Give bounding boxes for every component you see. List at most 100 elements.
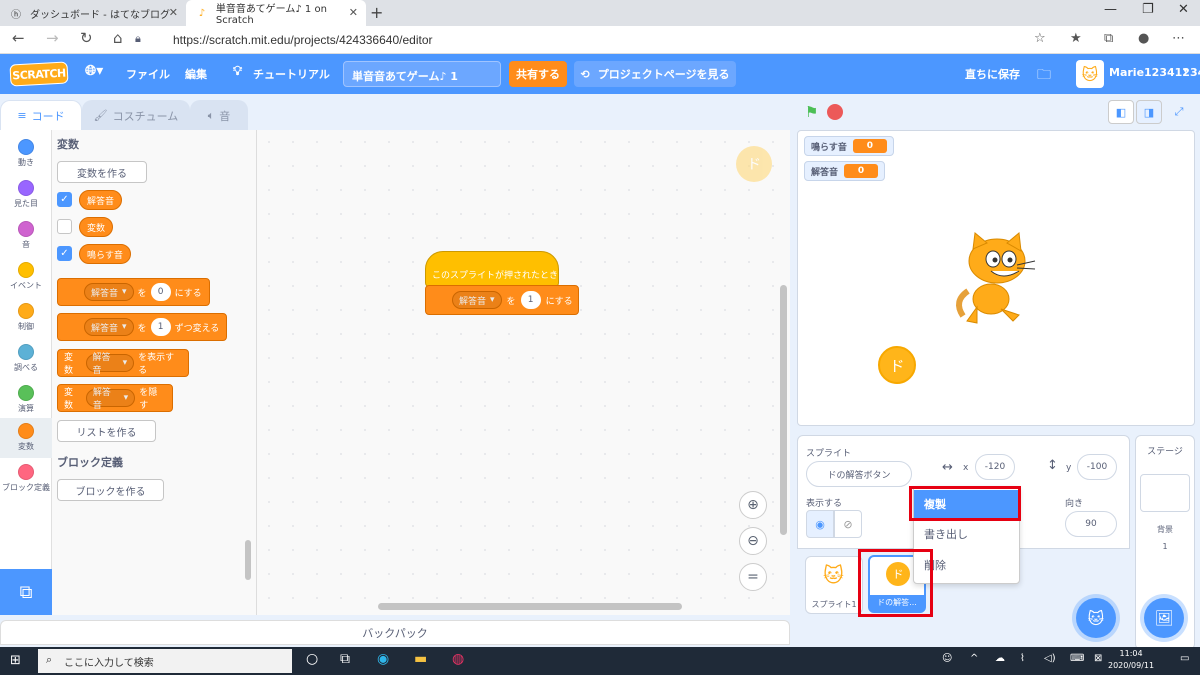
edge-browser-icon[interactable]: ◉ [377,651,389,667]
category-events[interactable]: イベント [0,257,52,297]
menu-item-export[interactable]: 書き出し [914,520,1019,548]
window-close-icon[interactable]: ✕ [1178,2,1189,17]
chevron-up-icon[interactable]: ^ [970,653,978,664]
collections-icon[interactable]: ⧉ [1104,31,1113,46]
cat-sprite[interactable] [953,231,1038,326]
chevron-down-icon[interactable]: ▾ [1183,66,1188,76]
back-icon[interactable]: ← [12,29,25,47]
when-sprite-clicked-block[interactable]: このスプライトが押されたとき [425,251,559,287]
y-input[interactable]: -100 [1077,454,1117,480]
share-button[interactable]: 共有する [509,61,567,87]
network-icon[interactable]: ⌇ [1020,653,1025,664]
variable-monitor[interactable]: 解答音 0 [804,161,886,181]
show-sprite-button[interactable]: ◉ [806,510,834,538]
x-input[interactable]: -120 [975,454,1015,480]
category-control[interactable]: 制御 [0,298,52,338]
direction-input[interactable]: 90 [1065,511,1117,537]
script-area[interactable] [257,130,790,615]
more-icon[interactable]: ⋯ [1172,31,1185,46]
make-block-button[interactable]: ブロックを作る [57,479,164,501]
small-stage-button[interactable]: ◧ [1108,100,1134,124]
variable-dropdown[interactable]: 解答音 ▾ [84,283,134,301]
tab-code[interactable]: ≡ コード [0,100,82,130]
file-explorer-icon[interactable]: ▬ [414,651,427,667]
variable-dropdown[interactable]: 解答音 ▾ [452,291,502,309]
stage[interactable]: 鳴らす音 0 解答音 0 ド [797,130,1195,426]
paint-app-icon[interactable]: ◍ [452,651,464,667]
menu-file[interactable]: ファイル [126,66,170,82]
url-field[interactable]: https://scratch.mit.edu/projects/4243366… [173,33,432,47]
home-icon[interactable]: ⌂ [113,29,123,47]
variable-checkbox[interactable]: ✓ [57,192,72,207]
stop-icon[interactable] [827,104,843,120]
notification-icon[interactable]: ▭ [1180,653,1189,664]
lock-icon[interactable]: 🔒︎ [135,32,141,46]
save-now-button[interactable]: 直ちに保存 [965,66,1020,82]
zoom-reset-button[interactable]: = [739,563,767,591]
vertical-scrollbar[interactable] [780,285,787,535]
zoom-out-button[interactable]: ⊖ [739,527,767,555]
my-stuff-folder-icon[interactable]: 🗀 [1037,64,1051,88]
variable-checkbox[interactable]: ✓ [57,246,72,261]
horizontal-scrollbar[interactable] [378,603,682,610]
category-operators[interactable]: 演算 [0,380,52,420]
choose-sprite-button[interactable]: 🐱︎ [1076,598,1116,638]
category-sound[interactable]: 音 [0,216,52,256]
number-input[interactable]: 0 [150,283,171,301]
category-sensing[interactable]: 調べる [0,339,52,379]
cortana-icon[interactable]: ○ [306,651,318,667]
browser-tab-scratch[interactable]: ♪ 単音音あてゲーム♪ 1 on Scratch ✕ [186,0,366,26]
volume-icon[interactable]: ◁) [1044,653,1056,664]
category-myblocks[interactable]: ブロック定義 [0,459,52,505]
see-project-page-button[interactable]: ⟲ プロジェクトページを見る [574,61,736,87]
project-title-input[interactable]: 単音音あてゲーム♪ 1 [343,61,501,87]
do-answer-button-sprite[interactable]: ド [878,346,916,384]
sprite-name-input[interactable]: ドの解答ボタン [806,461,912,487]
profile-icon[interactable]: ● [1138,31,1149,46]
forward-icon[interactable]: → [46,29,59,47]
onedrive-icon[interactable]: ☁ [995,653,1005,664]
variable-dropdown[interactable]: 解答音 ▾ [85,388,136,411]
restore-icon[interactable]: ❐ [1142,2,1154,17]
hide-sprite-button[interactable]: ⊘ [834,510,862,538]
backdrop-thumbnail[interactable] [1140,474,1190,512]
favorite-star-icon[interactable]: ☆ [1034,31,1046,46]
tutorial-bulb-icon[interactable]: 💡︎ [233,64,242,79]
taskbar-search[interactable]: ⌕ ここに入力して検索 [38,649,292,673]
close-icon[interactable]: ✕ [349,6,358,19]
keyboard-icon[interactable]: ⌨ [1070,653,1084,664]
backpack[interactable]: バックパック [0,620,790,645]
variable-dropdown[interactable]: 解答音 ▾ [85,353,135,376]
make-list-button[interactable]: リストを作る [57,420,156,442]
globe-icon[interactable]: 🌐︎▾ [85,63,103,79]
variable-reporter[interactable]: 鳴らす音 [79,244,131,264]
normal-stage-button[interactable]: ◨ [1136,100,1162,124]
tab-costume[interactable]: 🖌︎ コスチューム [82,100,190,130]
windows-start-icon[interactable]: ⊞ [10,653,21,668]
category-variables[interactable]: 変数 [0,418,52,458]
fullscreen-button[interactable]: ⤢ [1166,100,1192,124]
variable-dropdown[interactable]: 解答音 ▾ [84,318,134,336]
zoom-in-button[interactable]: ⊕ [739,491,767,519]
task-view-icon[interactable]: ⧉ [340,651,350,667]
reload-icon[interactable]: ↻ [80,29,93,47]
hide-variable-block[interactable]: 変数 解答音 ▾ を隠す [57,384,173,412]
variable-reporter[interactable]: 変数 [79,217,114,237]
browser-tab-dashboard[interactable]: ⓗ ダッシュボード - はてなブログ ✕ [0,0,186,26]
choose-backdrop-button[interactable]: 🖼︎ [1144,598,1184,638]
variable-monitor[interactable]: 鳴らす音 0 [804,136,894,156]
avatar[interactable]: 🐱︎ [1076,60,1104,88]
show-variable-block[interactable]: 変数 解答音 ▾ を表示する [57,349,189,377]
number-input[interactable]: 1 [520,291,541,309]
set-variable-block[interactable]: 解答音 ▾ を 0 にする [57,278,210,306]
number-input[interactable]: 1 [150,318,171,336]
close-icon[interactable]: ✕ [169,6,178,19]
palette-scrollbar[interactable] [245,540,251,580]
people-icon[interactable]: ☺ [942,653,952,664]
add-extension-button[interactable]: ⧉ [0,569,52,615]
minimize-icon[interactable]: — [1104,2,1117,17]
variable-reporter[interactable]: 解答音 [79,190,123,210]
set-variable-block[interactable]: 解答音 ▾ を 1 にする [425,285,579,315]
green-flag-icon[interactable]: ⚑ [805,103,818,121]
make-variable-button[interactable]: 変数を作る [57,161,147,183]
